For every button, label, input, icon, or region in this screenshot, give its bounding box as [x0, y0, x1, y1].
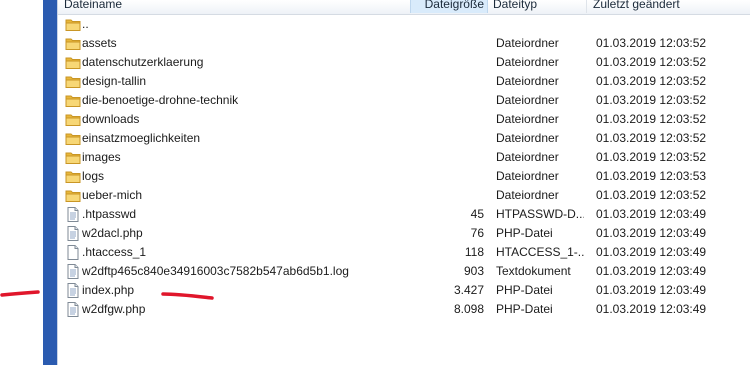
- file-row[interactable]: assets Dateiordner 01.03.2019 12:03:52: [58, 34, 750, 53]
- file-row[interactable]: .htaccess_1 118 HTACCESS_1-... 01.03.2019 1…: [58, 243, 750, 262]
- file-row[interactable]: logs Dateiordner 01.03.2019 12:03:53: [58, 167, 750, 186]
- file-size: 45: [470, 207, 484, 221]
- file-type: PHP-Datei: [496, 226, 553, 240]
- column-header-type[interactable]: Dateityp: [487, 0, 587, 13]
- file-manager-window: Dateiname Dateigröße Dateityp Zuletzt ge…: [0, 0, 750, 365]
- column-header-name-label: Dateiname: [64, 0, 123, 11]
- file-name: logs: [82, 169, 105, 183]
- folder-icon: [65, 74, 81, 89]
- folder-icon: [65, 131, 81, 146]
- file-name: assets: [82, 36, 117, 50]
- file-modified: 01.03.2019 12:03:52: [596, 150, 707, 164]
- file-row[interactable]: design-tallin Dateiordner 01.03.2019 12:03…: [58, 72, 750, 91]
- file-name: w2dacl.php: [82, 226, 143, 240]
- file-name: datenschutzerklaerung: [82, 55, 204, 69]
- file-row[interactable]: images Dateiordner 01.03.2019 12:03:52: [58, 148, 750, 167]
- file-modified: 01.03.2019 12:03:49: [596, 226, 707, 240]
- file-modified: 01.03.2019 12:03:49: [596, 283, 707, 297]
- file-modified: 01.03.2019 12:03:52: [596, 74, 707, 88]
- file-row[interactable]: .htpasswd 45 HTPASSWD-D... 01.03.2019 12:03…: [58, 205, 750, 224]
- file-name: die-benoetige-drohne-technik: [82, 93, 239, 107]
- file-type: Dateiordner: [496, 188, 559, 202]
- column-header: Dateiname Dateigröße Dateityp Zuletzt ge…: [58, 0, 750, 15]
- file-type: Dateiordner: [496, 131, 559, 145]
- file-modified: 01.03.2019 12:03:49: [596, 207, 707, 221]
- file-name: w2dftp465c840e34916003c7582b547ab6d5b1.l…: [82, 264, 349, 278]
- file-size: 76: [470, 226, 484, 240]
- annotation-underline-index: [161, 292, 214, 300]
- file-name: w2dfgw.php: [82, 302, 146, 316]
- file-name: index.php: [82, 283, 135, 297]
- text-file-icon: [65, 207, 81, 222]
- folder-icon: [65, 150, 81, 165]
- file-size: 8.098: [453, 302, 484, 316]
- folder-icon: [65, 169, 81, 184]
- text-file-icon: [65, 283, 81, 298]
- folder-icon: [65, 112, 81, 127]
- column-header-type-label: Dateityp: [493, 0, 538, 11]
- column-header-modified[interactable]: Zuletzt geändert: [587, 0, 750, 13]
- left-pane-edge: [43, 0, 57, 365]
- file-type: Dateiordner: [496, 169, 559, 183]
- file-row[interactable]: die-benoetige-drohne-technik Dateiordner 0…: [58, 91, 750, 110]
- column-header-modified-label: Zuletzt geändert: [593, 0, 680, 11]
- file-name: .htpasswd: [82, 207, 137, 221]
- file-type: Dateiordner: [496, 55, 559, 69]
- file-type: Dateiordner: [496, 112, 559, 126]
- file-row[interactable]: ..: [58, 15, 750, 34]
- file-modified: 01.03.2019 12:03:52: [596, 112, 707, 126]
- file-row[interactable]: w2dftp465c840e34916003c7582b547ab6d5b1.l…: [58, 262, 750, 281]
- file-size: 118: [464, 245, 484, 259]
- file-name: .htaccess_1: [82, 245, 147, 259]
- file-type: PHP-Datei: [496, 283, 553, 297]
- file-modified: 01.03.2019 12:03:52: [596, 55, 707, 69]
- column-header-size[interactable]: Dateigröße: [410, 0, 488, 13]
- folder-icon: [65, 188, 81, 203]
- file-row[interactable]: w2dacl.php 76 PHP-Datei 01.03.2019 12:03:49: [58, 224, 750, 243]
- text-file-icon: [65, 264, 81, 279]
- text-file-icon: [65, 302, 81, 317]
- file-name: design-tallin: [82, 74, 147, 88]
- column-header-name[interactable]: Dateiname: [58, 0, 411, 13]
- file-list-panel: Dateiname Dateigröße Dateityp Zuletzt ge…: [58, 0, 750, 365]
- annotation-mark-left: [0, 290, 40, 297]
- file-modified: 01.03.2019 12:03:52: [596, 36, 707, 50]
- file-type: HTPASSWD-D...: [496, 207, 584, 221]
- file-name: ..: [82, 17, 89, 31]
- file-type: Dateiordner: [496, 93, 559, 107]
- file-modified: 01.03.2019 12:03:53: [596, 169, 707, 183]
- file-modified: 01.03.2019 12:03:49: [596, 264, 707, 278]
- file-type: Dateiordner: [496, 150, 559, 164]
- blank-file-icon: [65, 245, 81, 260]
- file-modified: 01.03.2019 12:03:49: [596, 245, 707, 259]
- file-type: Dateiordner: [496, 36, 559, 50]
- file-type: Dateiordner: [496, 74, 559, 88]
- file-name: einsatzmoeglichkeiten: [82, 131, 201, 145]
- file-modified: 01.03.2019 12:03:49: [596, 302, 707, 316]
- file-row[interactable]: einsatzmoeglichkeiten Dateiordner 01.03.20…: [58, 129, 750, 148]
- file-size: 903: [463, 264, 484, 278]
- folder-icon: [65, 36, 81, 51]
- file-name: images: [82, 150, 121, 164]
- text-file-icon: [65, 226, 81, 241]
- file-name: downloads: [82, 112, 140, 126]
- folder-icon: [65, 93, 81, 108]
- column-header-size-label: Dateigröße: [424, 0, 484, 11]
- folder-icon: [65, 55, 81, 70]
- file-type: PHP-Datei: [496, 302, 553, 316]
- file-row[interactable]: datenschutzerklaerung Dateiordner 01.03.20…: [58, 53, 750, 72]
- file-name: ueber-mich: [82, 188, 143, 202]
- file-modified: 01.03.2019 12:03:52: [596, 131, 707, 145]
- file-modified: 01.03.2019 12:03:52: [596, 188, 707, 202]
- file-row[interactable]: downloads Dateiordner 01.03.2019 12:03:52: [58, 110, 750, 129]
- file-type: HTACCESS_1-...: [496, 245, 584, 259]
- file-modified: 01.03.2019 12:03:52: [596, 93, 707, 107]
- file-row[interactable]: ueber-mich Dateiordner 01.03.2019 12:03:52: [58, 186, 750, 205]
- file-type: Textdokument: [496, 264, 571, 278]
- file-size: 3.427: [453, 283, 484, 297]
- folder-icon: [65, 17, 81, 32]
